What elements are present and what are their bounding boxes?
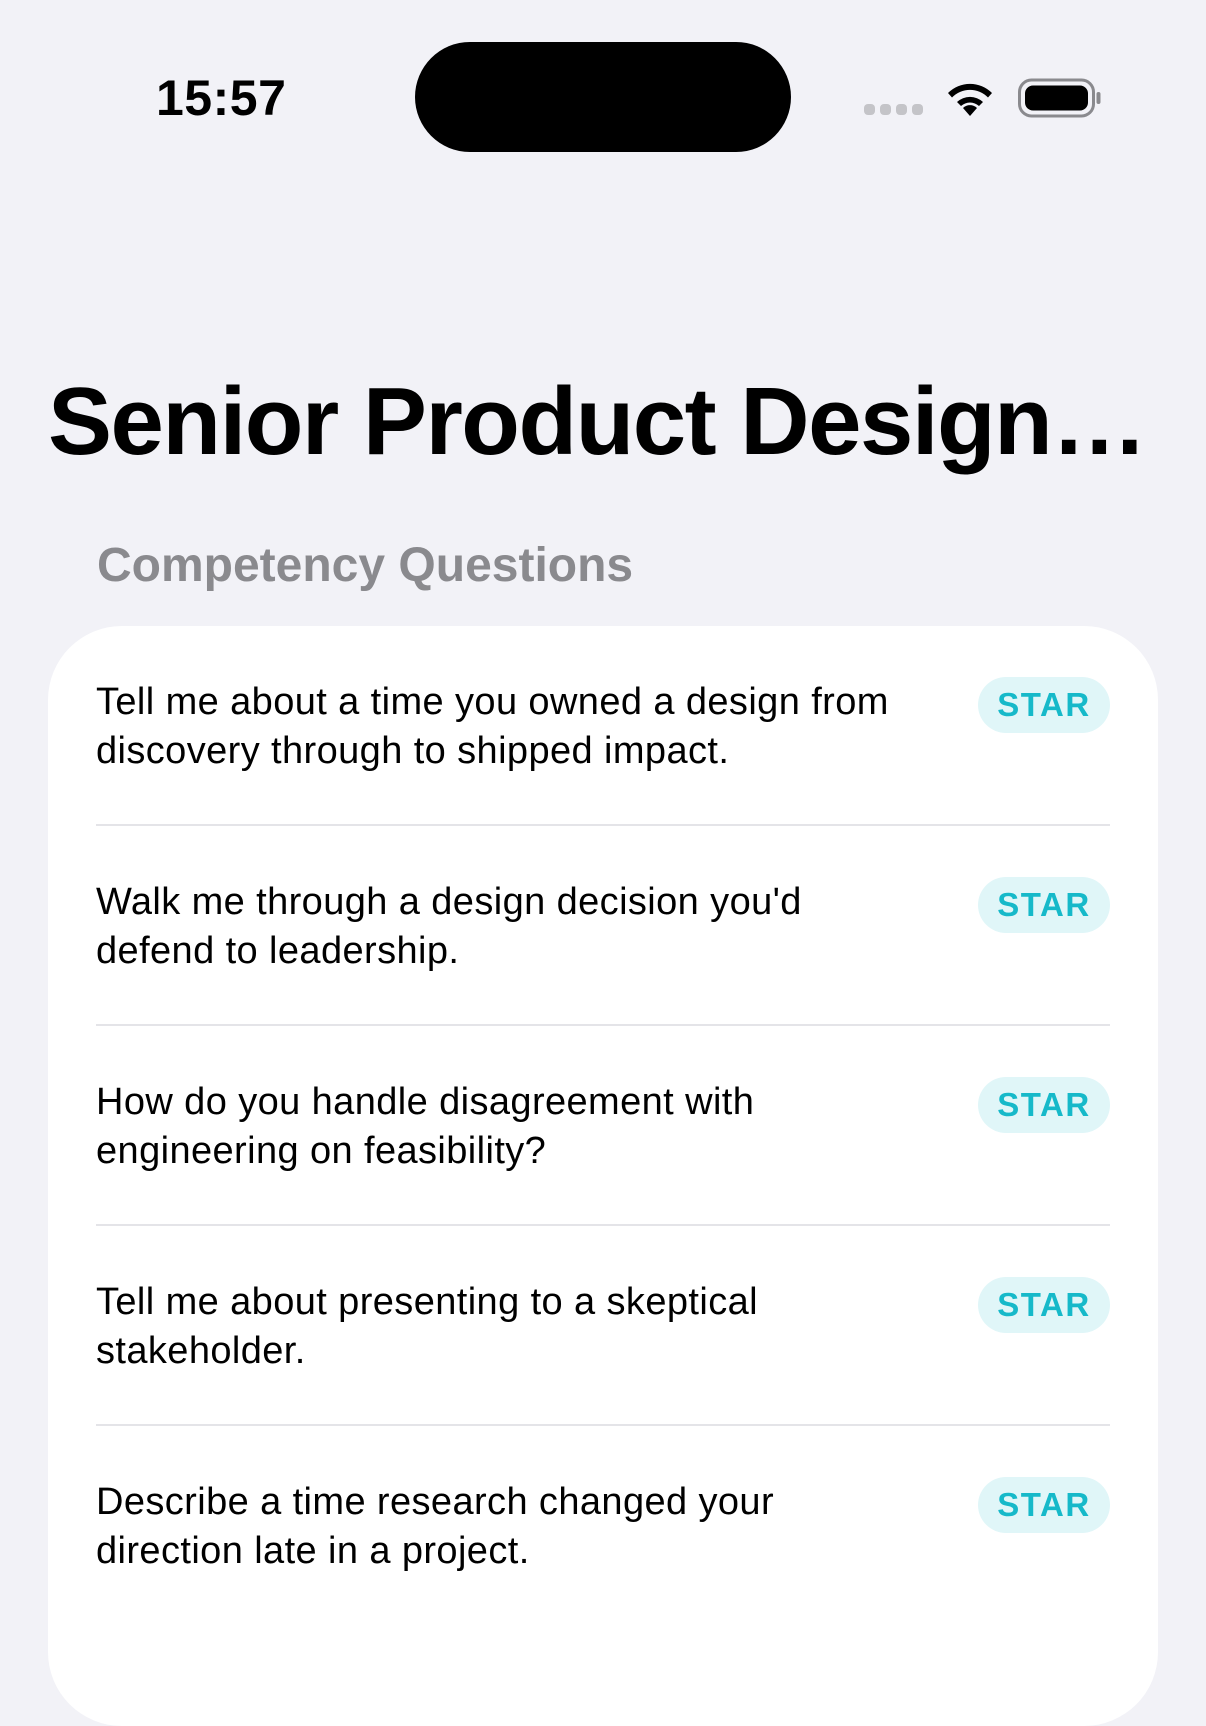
battery-icon	[1018, 78, 1101, 118]
list-item[interactable]: Walk me through a design decision you'd …	[96, 824, 1110, 1024]
status-bar: 15:57	[0, 0, 1206, 180]
cellular-signal-icon	[864, 104, 924, 118]
question-text: Tell me about presenting to a skeptical …	[96, 1281, 758, 1372]
dynamic-island	[415, 42, 791, 152]
question-text: Tell me about a time you owned a design …	[96, 681, 889, 772]
star-badge: STAR	[978, 1277, 1110, 1333]
question-text: Describe a time research changed your di…	[96, 1481, 775, 1572]
star-badge: STAR	[978, 877, 1110, 933]
page-title: Senior Product Design…	[48, 368, 1147, 475]
status-time: 15:57	[156, 70, 287, 126]
wifi-icon	[948, 83, 992, 116]
questions-list: Tell me about a time you owned a design …	[48, 626, 1158, 1726]
list-item[interactable]: Describe a time research changed your di…	[96, 1424, 1110, 1624]
question-text: How do you handle disagreement with engi…	[96, 1081, 755, 1172]
section-header: Competency Questions	[97, 539, 634, 592]
list-item[interactable]: Tell me about a time you owned a design …	[96, 626, 1110, 824]
list-item[interactable]: How do you handle disagreement with engi…	[96, 1024, 1110, 1224]
list-item[interactable]: Tell me about presenting to a skeptical …	[96, 1224, 1110, 1424]
star-badge: STAR	[978, 677, 1110, 733]
star-badge: STAR	[978, 1077, 1110, 1133]
question-text: Walk me through a design decision you'd …	[96, 881, 802, 972]
star-badge: STAR	[978, 1477, 1110, 1533]
